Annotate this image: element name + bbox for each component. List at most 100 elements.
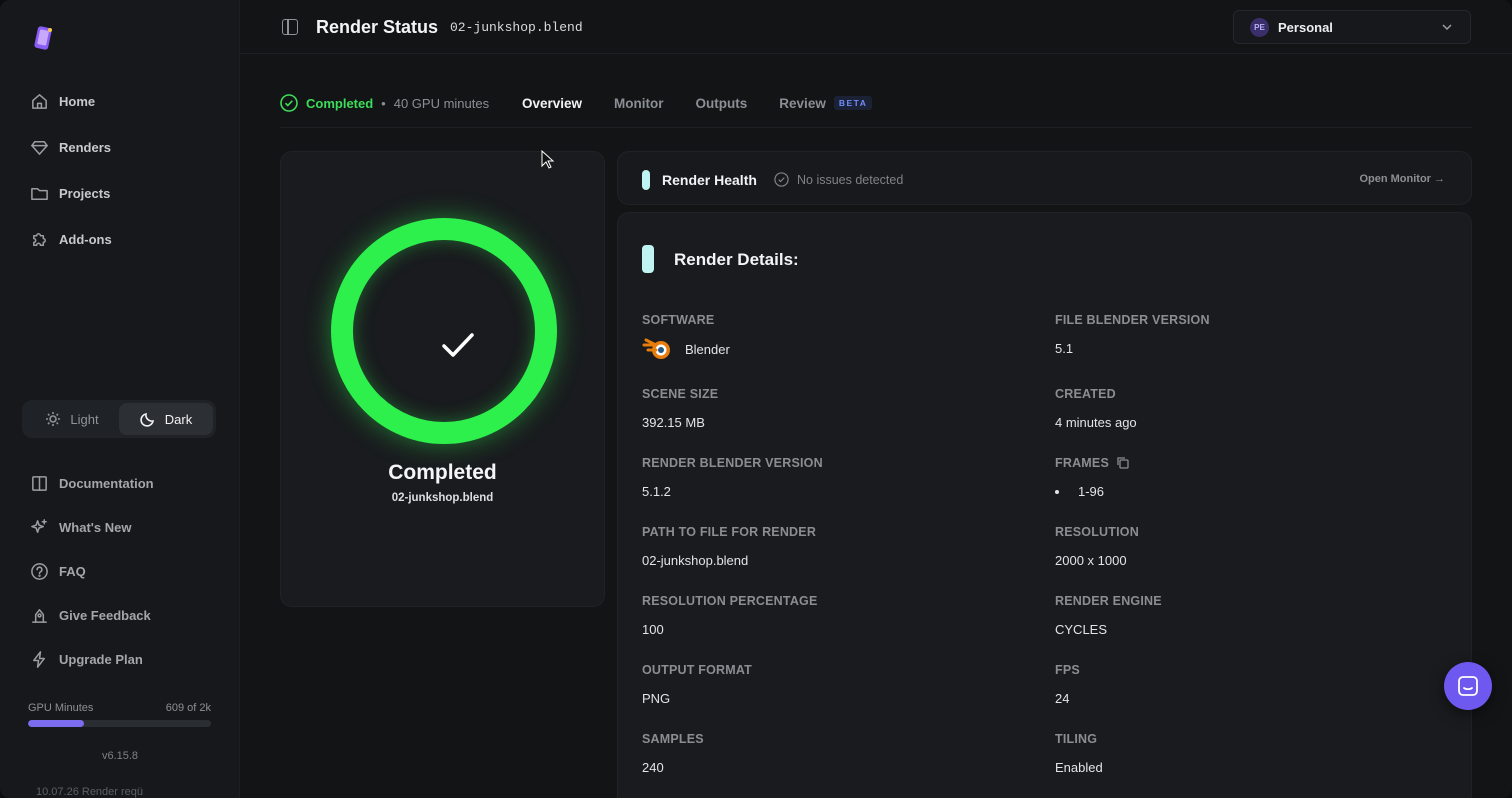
field-samples: SAMPLES 240	[642, 732, 704, 775]
checkmark-icon	[442, 333, 474, 357]
tab-list: Overview Monitor Outputs Review BETA	[522, 96, 873, 111]
gpu-minutes-used: 40 GPU minutes	[393, 95, 490, 111]
field-path: PATH TO FILE FOR RENDER 02-junkshop.blen…	[642, 525, 816, 568]
sidebar-item-documentation[interactable]: Documentation	[0, 463, 240, 503]
support-chat-button[interactable]	[1444, 662, 1492, 710]
sidebar-item-renders[interactable]: Renders	[0, 127, 240, 167]
header-filename: 02-junkshop.blend	[450, 20, 583, 35]
tab-monitor[interactable]: Monitor	[614, 96, 664, 111]
field-output-format: OUTPUT FORMAT PNG	[642, 663, 752, 706]
theme-dark-button[interactable]: Dark	[119, 403, 213, 435]
sidebar-item-feedback[interactable]: Give Feedback	[0, 595, 240, 635]
field-label: PATH TO FILE FOR RENDER	[642, 525, 817, 539]
app-logo-icon[interactable]	[29, 24, 57, 52]
field-value: CYCLES	[1055, 622, 1108, 637]
lightning-icon	[33, 650, 46, 668]
chevron-down-icon	[1442, 24, 1452, 31]
theme-dark-label: Dark	[164, 411, 193, 427]
gpu-progress-bar	[28, 720, 211, 727]
field-label: FPS	[1055, 663, 1080, 677]
health-status-text: No issues detected	[797, 172, 904, 187]
field-value: 2000 x 1000	[1055, 553, 1127, 568]
field-render-engine: RENDER ENGINE CYCLES	[1055, 594, 1162, 637]
open-monitor-link[interactable]: Open Monitor →	[1359, 173, 1445, 185]
sidebar-item-label: Renders	[59, 139, 112, 155]
status-card-filename: 02-junkshop.blend	[391, 492, 494, 504]
home-icon	[32, 93, 47, 109]
render-health-card: Render Health No issues detected Open Mo…	[617, 151, 1472, 205]
status-separator: •	[381, 95, 386, 111]
app-window: Home Renders Projects Add-ons Light Dark…	[0, 0, 1512, 798]
health-accent-bar	[642, 170, 650, 190]
field-value: Enabled	[1055, 760, 1103, 775]
theme-toggle: Light Dark	[22, 400, 216, 438]
book-icon	[32, 475, 47, 491]
field-value: 1-96	[1055, 484, 1130, 499]
sidebar-item-label: What's New	[59, 519, 132, 535]
field-value: 100	[642, 622, 664, 637]
field-value: 5.1	[1055, 341, 1074, 356]
gpu-usage: GPU Minutes 609 of 2k	[28, 702, 211, 727]
sparkles-icon	[31, 518, 47, 533]
workspace-selector[interactable]: PE Personal	[1233, 10, 1471, 44]
sidebar-item-home[interactable]: Home	[0, 81, 240, 121]
sidebar-item-label: Upgrade Plan	[59, 651, 143, 667]
render-health-title: Render Health	[662, 172, 757, 188]
tab-review[interactable]: Review BETA	[779, 96, 873, 111]
field-label: FILE BLENDER VERSION	[1055, 313, 1210, 327]
workspace-name: Personal	[1278, 19, 1333, 35]
field-value: 240	[642, 760, 664, 775]
toggle-sidebar-icon[interactable]	[282, 19, 298, 35]
sidebar-item-faq[interactable]: FAQ	[0, 551, 240, 591]
status-tabs-bar: Completed • 40 GPU minutes Overview Moni…	[280, 86, 1472, 128]
field-label-text: FRAMES	[1055, 456, 1109, 470]
mouse-cursor-icon	[541, 150, 555, 169]
frames-range: 1-96	[1078, 484, 1105, 499]
beta-badge: BETA	[833, 96, 873, 110]
tab-overview[interactable]: Overview	[522, 96, 582, 111]
copy-icon[interactable]	[1116, 456, 1130, 470]
gpu-count: 609 of 2k	[165, 702, 211, 714]
field-resolution: RESOLUTION 2000 x 1000	[1055, 525, 1139, 568]
sidebar-item-addons[interactable]: Add-ons	[0, 219, 240, 259]
field-label: CREATED	[1055, 387, 1116, 401]
sidebar-item-label: Projects	[59, 185, 111, 201]
field-frames: FRAMES 1-96	[1055, 456, 1130, 499]
sidebar-item-whats-new[interactable]: What's New	[0, 507, 240, 547]
field-value: 02-junkshop.blend	[642, 553, 749, 568]
folder-icon	[31, 187, 48, 200]
status-card-title: Completed	[388, 461, 497, 484]
sun-icon	[46, 412, 61, 426]
field-scene-size: SCENE SIZE 392.15 MB	[642, 387, 718, 430]
completion-ring	[331, 218, 557, 444]
health-status: No issues detected	[774, 172, 903, 187]
diamond-icon	[31, 140, 48, 155]
sidebar-item-projects[interactable]: Projects	[0, 173, 240, 213]
field-value: 392.15 MB	[642, 415, 705, 430]
check-circle-icon	[280, 94, 298, 112]
field-created: CREATED 4 minutes ago	[1055, 387, 1137, 430]
render-details-title: Render Details:	[674, 250, 799, 269]
render-details-card: Render Details: SOFTWARE Blender FILE BL…	[617, 212, 1472, 798]
field-value: PNG	[642, 691, 671, 706]
tab-outputs[interactable]: Outputs	[696, 96, 748, 111]
top-bar: Render Status 02-junkshop.blend PE Perso…	[240, 0, 1512, 54]
sidebar-item-label: Give Feedback	[59, 607, 151, 623]
field-value: 5.1.2	[642, 484, 671, 499]
help-circle-icon	[31, 562, 48, 580]
field-label: RENDER BLENDER VERSION	[642, 456, 823, 470]
field-label: TILING	[1055, 732, 1098, 746]
theme-light-button[interactable]: Light	[25, 403, 119, 435]
field-file-blender-version: FILE BLENDER VERSION 5.1	[1055, 313, 1210, 356]
page-title: Render Status	[316, 17, 439, 37]
sidebar: Home Renders Projects Add-ons Light Dark…	[0, 0, 240, 798]
sidebar-item-label: Home	[59, 93, 96, 109]
tab-review-label: Review	[779, 96, 826, 111]
field-label: RENDER ENGINE	[1055, 594, 1162, 608]
background-window-text: 10.07.26 Render reqü	[36, 786, 144, 798]
field-fps: FPS 24	[1055, 663, 1080, 706]
field-label: RESOLUTION	[1055, 525, 1139, 539]
field-resolution-percentage: RESOLUTION PERCENTAGE 100	[642, 594, 818, 637]
sidebar-item-label: Documentation	[59, 475, 154, 491]
sidebar-item-upgrade[interactable]: Upgrade Plan	[0, 639, 240, 679]
